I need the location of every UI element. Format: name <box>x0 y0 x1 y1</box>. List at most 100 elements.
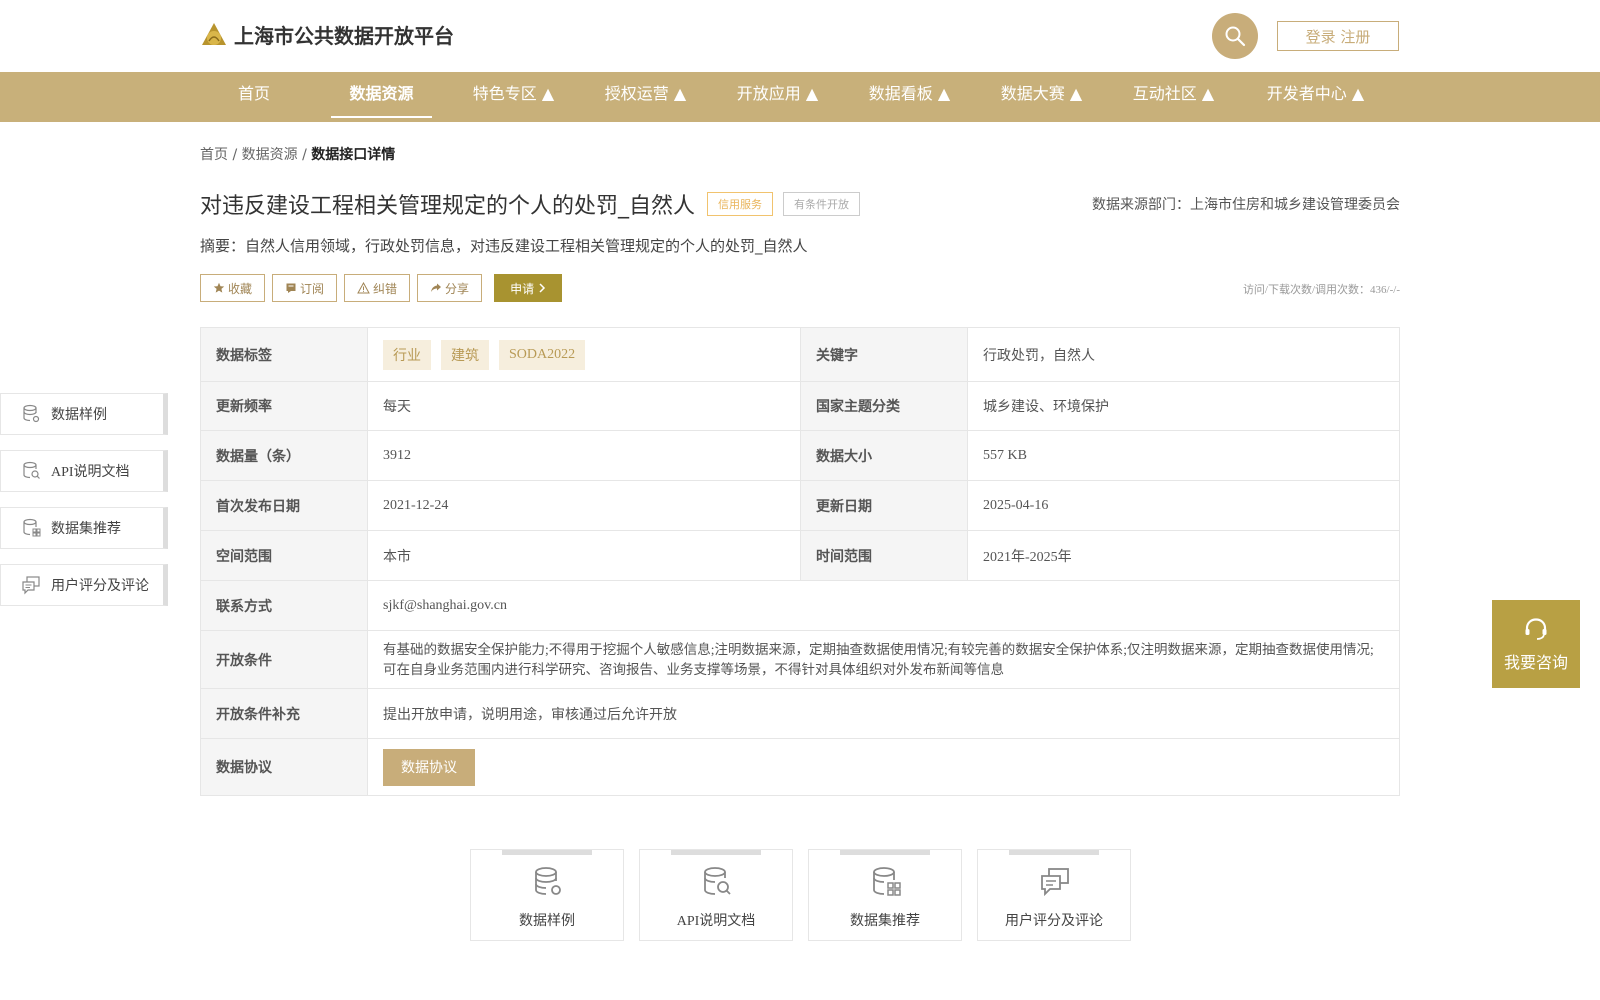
space-range-value: 本市 <box>368 531 801 580</box>
time-range-label: 时间范围 <box>801 531 968 580</box>
star-icon <box>213 282 225 293</box>
table-row: 数据量（条） 3912 数据大小 557 KB <box>201 431 1399 481</box>
open-condition-value: 有基础的数据安全保护能力;不得用于挖掘个人敏感信息;注明数据来源，定期抽查数据使… <box>383 641 1374 677</box>
keywords-value: 行政处罚，自然人 <box>983 349 1095 364</box>
subscribe-button[interactable]: 订阅 <box>272 274 338 302</box>
visit-download-count: 访问/下载次数/调用次数：436/-/- <box>1242 284 1400 296</box>
share-button[interactable]: 分享 <box>417 274 483 302</box>
update-date-value: 2025-04-16 <box>983 497 1049 513</box>
nav-item-authorized-ops[interactable]: 授权运营 ▲ <box>598 72 693 122</box>
data-count-value: 3912 <box>368 431 801 480</box>
page-title: 对违反建设工程相关管理规定的个人的处罚_自然人 <box>200 194 696 219</box>
subscribe-label: 订阅 <box>300 281 325 296</box>
tag-chip-industry[interactable]: 行业 <box>383 339 431 370</box>
title-row: 对违反建设工程相关管理规定的个人的处罚_自然人 信用服务 有条件开放 <box>200 188 861 220</box>
logo-icon <box>202 22 226 45</box>
data-count-label: 数据量（条） <box>201 431 368 480</box>
login-register-button[interactable]: 登录 注册 <box>1277 21 1399 51</box>
favorite-button[interactable]: 收藏 <box>200 274 266 302</box>
data-size-label: 数据大小 <box>801 431 968 480</box>
table-row: 开放条件 有基础的数据安全保护能力;不得用于挖掘个人敏感信息;注明数据来源，定期… <box>201 631 1399 689</box>
table-row: 开放条件补充 提出开放申请，说明用途，审核通过后允许开放 <box>201 689 1399 739</box>
nav-item-community[interactable]: 互动社区 ▲ <box>1126 72 1221 122</box>
main-nav: 首页 数据资源 特色专区 ▲ 授权运营 ▲ 开放应用 ▲ 数据看板 ▲ 数据大赛… <box>0 72 1600 122</box>
contact-label: 联系方式 <box>201 581 368 630</box>
nav-item-data-resources[interactable]: 数据资源 <box>331 72 432 122</box>
comments-icon <box>1041 868 1069 897</box>
side-panel-label: 用户评分及评论 <box>51 579 149 594</box>
bottom-card-api-doc[interactable]: API说明文档 <box>639 849 793 941</box>
breadcrumb-separator: / <box>232 147 238 163</box>
search-icon <box>1225 26 1246 47</box>
breadcrumb: 首页 / 数据资源 / 数据接口详情 <box>200 144 395 164</box>
side-panel-dataset-recommend[interactable]: 数据集推荐 <box>0 507 168 549</box>
side-panel-api-doc[interactable]: API说明文档 <box>0 450 168 492</box>
nav-item-featured[interactable]: 特色专区 ▲ <box>466 72 561 122</box>
data-agreement-button[interactable]: 数据协议 <box>383 748 475 786</box>
nav-item-open-apps[interactable]: 开放应用 ▲ <box>730 72 825 122</box>
source-department: 数据来源部门：上海市住房和城乡建设管理委员会 <box>1092 197 1400 213</box>
breadcrumb-home[interactable]: 首页 <box>200 147 228 163</box>
bottom-card-ratings-comments[interactable]: 用户评分及评论 <box>977 849 1131 941</box>
database-grid-icon <box>23 518 41 537</box>
breadcrumb-separator: / <box>302 147 307 163</box>
side-panel-label: API说明文档 <box>51 465 130 480</box>
favorite-label: 收藏 <box>228 281 253 296</box>
comments-icon <box>22 576 40 595</box>
credit-service-badge: 信用服务 <box>707 192 774 216</box>
consult-button[interactable]: 我要咨询 <box>1492 600 1580 688</box>
apply-label: 申请 <box>510 281 535 296</box>
keywords-label: 关键字 <box>801 328 968 381</box>
side-panel-label: 数据样例 <box>51 408 107 423</box>
card-top-bar <box>671 850 761 855</box>
bookmark-icon <box>286 283 296 293</box>
national-theme-label: 国家主题分类 <box>801 382 968 430</box>
time-range-value: 2021年-2025年 <box>983 549 1072 565</box>
database-search-icon <box>704 867 731 895</box>
nav-item-data-dashboard[interactable]: 数据看板 ▲ <box>862 72 957 122</box>
tag-chip-construction[interactable]: 建筑 <box>441 339 489 370</box>
open-condition-label: 开放条件 <box>201 631 368 688</box>
conditional-open-badge: 有条件开放 <box>783 192 861 216</box>
table-row: 更新频率 每天 国家主题分类 城乡建设、环境保护 <box>201 382 1399 431</box>
nav-item-data-contest[interactable]: 数据大赛 ▲ <box>994 72 1089 122</box>
chevron-right-icon <box>539 283 546 293</box>
national-theme-value: 城乡建设、环境保护 <box>983 400 1109 415</box>
data-tags-cell: 行业 建筑 SODA2022 <box>368 328 801 381</box>
tag-chip-soda2022[interactable]: SODA2022 <box>499 339 586 370</box>
table-row: 空间范围 本市 时间范围 2021年-2025年 <box>201 531 1399 581</box>
update-frequency-label: 更新频率 <box>201 382 368 430</box>
card-top-bar <box>1009 850 1099 855</box>
table-row: 数据标签 行业 建筑 SODA2022 关键字 行政处罚，自然人 <box>201 328 1399 382</box>
side-panel-ratings-comments[interactable]: 用户评分及评论 <box>0 564 168 606</box>
space-range-label: 空间范围 <box>201 531 368 580</box>
table-row: 首次发布日期 2021-12-24 更新日期 2025-04-16 <box>201 481 1399 531</box>
correction-button[interactable]: 纠错 <box>344 274 411 302</box>
contact-value: sjkf@shanghai.gov.cn <box>383 597 507 613</box>
warning-icon <box>357 282 370 294</box>
side-panel-data-sample[interactable]: 数据样例 <box>0 393 168 435</box>
breadcrumb-current: 数据接口详情 <box>311 147 396 163</box>
nav-item-developer[interactable]: 开发者中心 ▲ <box>1258 72 1373 122</box>
bottom-card-label: API说明文档 <box>676 914 756 929</box>
site-title: 上海市公共数据开放平台 <box>234 24 454 48</box>
card-top-bar <box>840 850 930 855</box>
first-publish-value: 2021-12-24 <box>368 481 801 530</box>
bottom-card-label: 用户评分及评论 <box>1005 914 1103 929</box>
update-date-label: 更新日期 <box>801 481 968 530</box>
first-publish-label: 首次发布日期 <box>201 481 368 530</box>
search-button[interactable] <box>1212 13 1258 59</box>
open-condition-extra-label: 开放条件补充 <box>201 689 368 738</box>
breadcrumb-data-resources[interactable]: 数据资源 <box>242 147 298 163</box>
bottom-card-data-sample[interactable]: 数据样例 <box>470 849 624 941</box>
bottom-card-dataset-recommend[interactable]: 数据集推荐 <box>808 849 962 941</box>
site-logo[interactable]: 上海市公共数据开放平台 <box>200 20 454 49</box>
action-bar: 收藏 订阅 纠错 分享 申请 <box>200 274 563 302</box>
nav-item-home[interactable]: 首页 <box>224 72 284 122</box>
table-row: 数据协议 数据协议 <box>201 739 1399 795</box>
data-agreement-cell: 数据协议 <box>368 739 1399 795</box>
table-row: 联系方式 sjkf@shanghai.gov.cn <box>201 581 1399 631</box>
bottom-card-label: 数据样例 <box>519 914 575 929</box>
apply-button[interactable]: 申请 <box>494 274 563 302</box>
side-panel-label: 数据集推荐 <box>51 522 121 537</box>
